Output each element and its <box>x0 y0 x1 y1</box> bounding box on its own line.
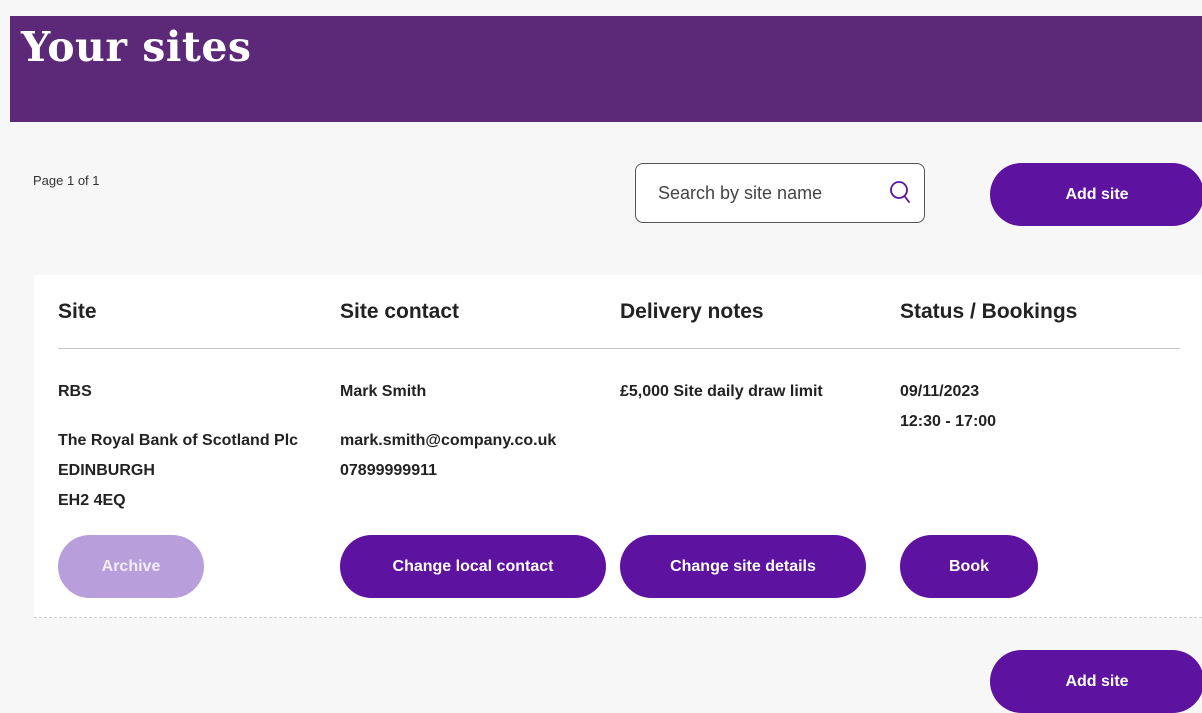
site-name: RBS <box>58 383 92 400</box>
column-header-status-bookings: Status / Bookings <box>900 300 1078 323</box>
delivery-notes: £5,000 Site daily draw limit <box>620 383 823 400</box>
contact-email: mark.smith@company.co.uk <box>340 432 557 449</box>
sites-page: Your sites Page 1 of 1 Add site Site Sit… <box>0 0 1202 713</box>
add-site-button-bottom[interactable]: Add site <box>990 650 1202 713</box>
change-site-details-button[interactable]: Change site details <box>620 535 866 598</box>
search-field[interactable] <box>635 163 925 223</box>
page-title: Your sites <box>21 23 252 71</box>
search-icon[interactable] <box>888 179 912 205</box>
page-info: Page 1 of 1 <box>33 173 100 188</box>
site-address-line-3: EH2 4EQ <box>58 492 126 509</box>
change-local-contact-button[interactable]: Change local contact <box>340 535 606 598</box>
booking-time: 12:30 - 17:00 <box>900 413 997 430</box>
archive-button[interactable]: Archive <box>58 535 204 598</box>
header-divider <box>58 348 1180 349</box>
add-site-button[interactable]: Add site <box>990 163 1202 226</box>
site-address-line-1: The Royal Bank of Scotland Plc <box>58 432 299 449</box>
booking-date: 09/11/2023 <box>900 383 980 400</box>
column-header-delivery-notes: Delivery notes <box>620 300 764 323</box>
contact-name: Mark Smith <box>340 383 427 400</box>
page-header: Your sites <box>10 16 1202 122</box>
site-address-line-2: EDINBURGH <box>58 462 155 479</box>
search-input[interactable] <box>658 180 868 206</box>
book-button[interactable]: Book <box>900 535 1038 598</box>
contact-phone: 07899999911 <box>340 462 437 479</box>
column-header-site-contact: Site contact <box>340 300 460 323</box>
column-header-site: Site <box>58 300 97 323</box>
